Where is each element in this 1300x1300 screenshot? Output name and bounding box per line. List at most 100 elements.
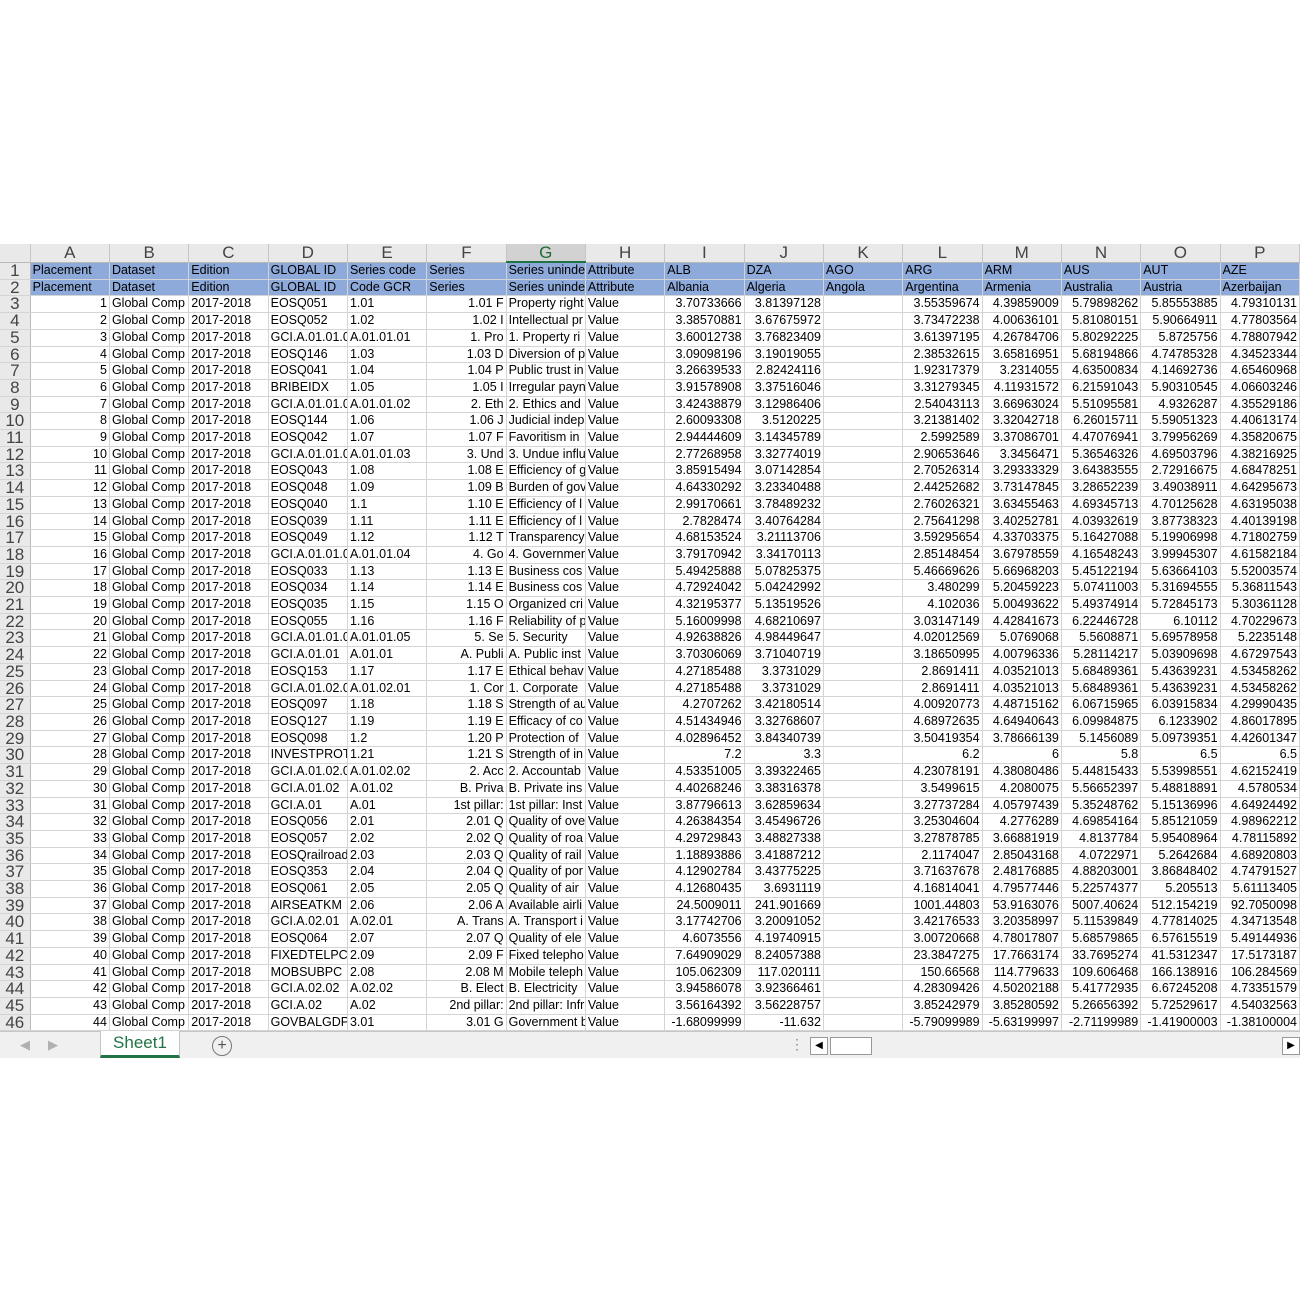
cell[interactable]: 2017-2018 bbox=[188, 797, 269, 815]
tab-split-handle[interactable]: ⋮ bbox=[790, 1036, 804, 1053]
cell[interactable]: 241.901669 bbox=[744, 897, 824, 915]
cell[interactable]: 1.18 bbox=[347, 696, 428, 714]
row-header[interactable]: 13 bbox=[0, 462, 31, 481]
cell[interactable]: 5.0769068 bbox=[982, 629, 1062, 648]
cell[interactable]: Value bbox=[585, 813, 666, 831]
cell[interactable]: 4.53351005 bbox=[664, 763, 745, 781]
cell[interactable]: 3.87796613 bbox=[664, 797, 745, 815]
cell[interactable]: 3 bbox=[30, 329, 110, 347]
cell[interactable]: ALB bbox=[664, 262, 745, 280]
cell[interactable]: Value bbox=[585, 713, 666, 731]
cell[interactable]: Global Comp bbox=[109, 496, 190, 514]
row-header[interactable]: 28 bbox=[0, 713, 31, 731]
cell[interactable]: 2.75641298 bbox=[902, 513, 983, 531]
cell[interactable]: 5.72529617 bbox=[1140, 997, 1221, 1015]
cell[interactable]: 4 bbox=[30, 346, 110, 364]
cell[interactable]: 3. Und bbox=[426, 446, 507, 464]
cell[interactable]: 5.2642684 bbox=[1140, 847, 1221, 865]
cell[interactable]: 5.53998551 bbox=[1140, 763, 1221, 781]
cell[interactable]: 5.13519526 bbox=[744, 596, 824, 614]
cell[interactable]: 26 bbox=[30, 713, 110, 731]
cell[interactable]: 1. Cor bbox=[426, 680, 507, 698]
cell[interactable]: 4.42601347 bbox=[1220, 730, 1300, 748]
cell[interactable]: Global Comp bbox=[109, 646, 190, 664]
cell[interactable]: 3.3 bbox=[744, 746, 824, 765]
cell[interactable]: 4.28309426 bbox=[902, 980, 983, 998]
cell[interactable]: 9 bbox=[30, 429, 110, 447]
cell[interactable]: 3.17742706 bbox=[664, 913, 745, 932]
row-header[interactable]: 26 bbox=[0, 680, 31, 698]
cell[interactable]: 2017-2018 bbox=[188, 763, 269, 781]
cell[interactable]: GCI.A.01 bbox=[268, 797, 348, 815]
cell[interactable]: 4.05797439 bbox=[982, 797, 1062, 815]
cell[interactable]: 5.16009998 bbox=[664, 613, 745, 631]
cell[interactable]: 3.3731029 bbox=[744, 663, 824, 681]
cell[interactable]: 2nd pillar: bbox=[426, 997, 507, 1015]
cell[interactable]: 5.16427088 bbox=[1061, 529, 1142, 547]
cell[interactable]: Global Comp bbox=[109, 412, 190, 431]
cell[interactable]: 4.68920803 bbox=[1220, 847, 1300, 865]
cell[interactable]: Global Comp bbox=[109, 780, 190, 798]
cell[interactable]: ARM bbox=[982, 262, 1062, 280]
cell[interactable]: 5.49374914 bbox=[1061, 596, 1142, 614]
cell[interactable]: 4.38080486 bbox=[982, 763, 1062, 781]
cell[interactable]: EOSQ064 bbox=[268, 930, 348, 948]
cell[interactable]: 1.18893886 bbox=[664, 847, 745, 865]
cell[interactable]: 23 bbox=[30, 663, 110, 681]
cell[interactable]: 5.46669626 bbox=[902, 563, 983, 581]
cell[interactable]: B. Electricity bbox=[506, 980, 586, 998]
row-header[interactable]: 6 bbox=[0, 346, 31, 364]
cell[interactable]: 1.07 F bbox=[426, 429, 507, 447]
cell[interactable]: 2.06 bbox=[347, 897, 428, 915]
cell[interactable]: 3.21381402 bbox=[902, 412, 983, 431]
cell[interactable]: 1st pillar: bbox=[426, 797, 507, 815]
cell[interactable]: 4.27185488 bbox=[664, 663, 745, 681]
cell[interactable]: 6.22446728 bbox=[1061, 613, 1142, 631]
cell[interactable] bbox=[823, 546, 904, 564]
cell[interactable]: 4.48715162 bbox=[982, 696, 1062, 714]
cell[interactable]: 1.09 bbox=[347, 479, 428, 497]
cell[interactable]: 4.65460968 bbox=[1220, 362, 1300, 380]
cell[interactable]: 3.01 G bbox=[426, 1014, 507, 1032]
cell[interactable]: 4.68972635 bbox=[902, 713, 983, 731]
cell[interactable]: 3.94586078 bbox=[664, 980, 745, 998]
cell[interactable]: Intellectual pr bbox=[506, 312, 586, 330]
cell[interactable]: 166.138916 bbox=[1140, 964, 1221, 982]
cell[interactable]: Efficacy of co bbox=[506, 713, 586, 731]
cell[interactable]: 20 bbox=[30, 613, 110, 631]
cell[interactable]: Global Comp bbox=[109, 763, 190, 781]
cell[interactable] bbox=[823, 596, 904, 614]
cell[interactable]: 15 bbox=[30, 529, 110, 547]
row-header[interactable]: 14 bbox=[0, 479, 31, 497]
cell[interactable]: 40 bbox=[30, 947, 110, 965]
cell[interactable]: Series uninde bbox=[506, 279, 586, 297]
cell[interactable]: 2.07 bbox=[347, 930, 428, 948]
cell[interactable]: EOSQ127 bbox=[268, 713, 348, 731]
cell[interactable]: Ethical behav bbox=[506, 663, 586, 681]
cell[interactable]: 2.90653646 bbox=[902, 446, 983, 464]
cell[interactable]: 3.32768607 bbox=[744, 713, 824, 731]
cell[interactable]: Value bbox=[585, 696, 666, 714]
cell[interactable]: -2.71199989 bbox=[1061, 1014, 1142, 1032]
cell[interactable]: Series uninde bbox=[506, 262, 586, 280]
cell[interactable]: Value bbox=[585, 462, 666, 481]
cell[interactable]: Value bbox=[585, 964, 666, 982]
sheet-tab-sheet1[interactable]: Sheet1 bbox=[100, 1031, 180, 1058]
cell[interactable]: 4.68210697 bbox=[744, 613, 824, 631]
cell[interactable]: 2. Acc bbox=[426, 763, 507, 781]
cell[interactable]: 2.77268958 bbox=[664, 446, 745, 464]
cell[interactable]: 5.5608871 bbox=[1061, 629, 1142, 648]
cell[interactable]: EOSQ040 bbox=[268, 496, 348, 514]
cell[interactable]: FIXEDTELPC bbox=[268, 947, 348, 965]
cell[interactable]: Judicial indep bbox=[506, 412, 586, 431]
cell[interactable]: 5.49144936 bbox=[1220, 930, 1300, 948]
cell[interactable] bbox=[823, 980, 904, 998]
cell[interactable]: 3.5120225 bbox=[744, 412, 824, 431]
cell[interactable]: EOSQ353 bbox=[268, 863, 348, 882]
cell[interactable]: 4.0722971 bbox=[1061, 847, 1142, 865]
cell[interactable]: Irregular payn bbox=[506, 379, 586, 397]
cell[interactable]: A.02.02 bbox=[347, 980, 428, 998]
cell[interactable]: Code GCR bbox=[347, 279, 428, 297]
cell[interactable]: 1.01 bbox=[347, 295, 428, 314]
cell[interactable]: 4.06603246 bbox=[1220, 379, 1300, 397]
